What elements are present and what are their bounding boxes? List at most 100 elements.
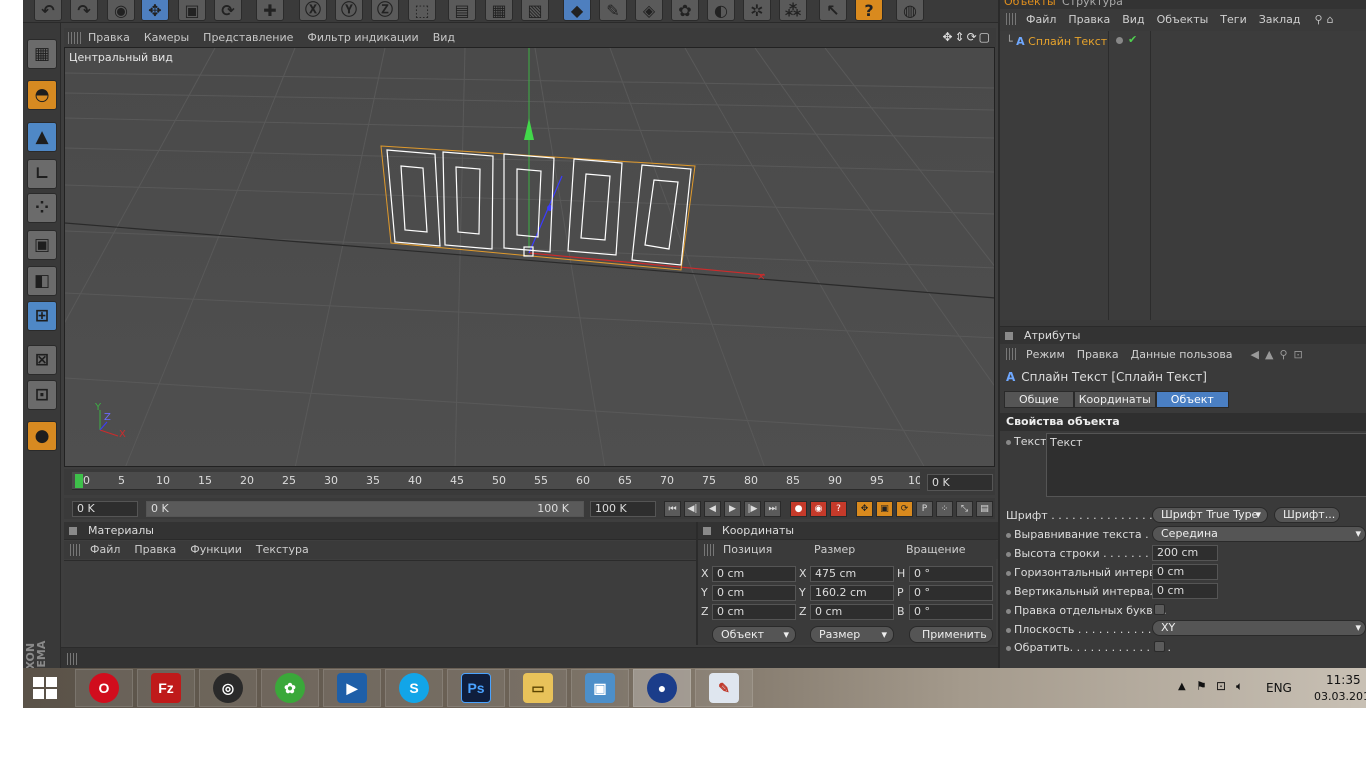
object-list[interactable]: └ A Сплайн Текст ✔: [1000, 31, 1366, 320]
enabled-check-icon[interactable]: ✔: [1128, 33, 1137, 46]
font-button[interactable]: Шрифт...: [1274, 507, 1340, 523]
viewport-menu-edit[interactable]: Правка: [88, 31, 130, 44]
timeline-menu-icon[interactable]: ▤: [976, 501, 993, 517]
cube-icon[interactable]: ◆: [563, 0, 591, 21]
end-frame-field[interactable]: 100 K: [590, 501, 656, 517]
viewport-menu-view[interactable]: Вид: [433, 31, 455, 44]
plane-select[interactable]: XY ▾: [1152, 620, 1366, 636]
maximize-icon[interactable]: ▢: [979, 30, 992, 44]
key-pla-icon[interactable]: ⤡: [956, 501, 973, 517]
objects-menu-file[interactable]: Файл: [1026, 13, 1056, 26]
scale-tool-icon[interactable]: ▣: [178, 0, 206, 21]
orbit-icon[interactable]: ⟳: [967, 30, 979, 44]
volume-icon[interactable]: 🔈︎: [1236, 679, 1243, 694]
select-arrow-icon[interactable]: ↖: [819, 0, 847, 21]
live-select-icon[interactable]: ◉: [107, 0, 135, 21]
taskbar-icq[interactable]: ✿: [261, 669, 319, 707]
home-icon[interactable]: ⌂: [1327, 13, 1334, 26]
range-slider[interactable]: 0 K 100 K: [146, 501, 584, 517]
perspective-viewport[interactable]: ✕ Центральный вид Y Z X: [64, 47, 995, 467]
tab-structure[interactable]: Структура: [1062, 0, 1123, 8]
tray-expand-icon[interactable]: ▲: [1178, 681, 1186, 692]
goto-end-icon[interactable]: ⏭: [764, 501, 781, 517]
y-axis-lock-icon[interactable]: Ⓨ: [335, 0, 363, 21]
size-y-field[interactable]: 160.2 cm: [810, 585, 894, 601]
play-icon[interactable]: ▶: [724, 501, 741, 517]
apply-button[interactable]: Применить: [909, 626, 993, 643]
coordinate-mode-select[interactable]: Объект ▾: [712, 626, 796, 643]
taskbar-file-explorer[interactable]: ▭: [509, 669, 567, 707]
lock-icon[interactable]: ⊡: [1294, 348, 1303, 361]
viewport-menu-display[interactable]: Представление: [203, 31, 293, 44]
globe-icon[interactable]: ◍: [896, 0, 924, 21]
position-z-field[interactable]: 0 cm: [712, 604, 796, 620]
forward-arrow-icon[interactable]: ▲: [1265, 348, 1273, 361]
v-spacing-field[interactable]: 0 cm: [1152, 583, 1218, 599]
next-frame-icon[interactable]: |▶: [744, 501, 761, 517]
nurbs-icon[interactable]: ◈: [635, 0, 663, 21]
search-icon[interactable]: ⚲: [1279, 348, 1287, 361]
action-center-flag-icon[interactable]: ⚑: [1196, 679, 1207, 693]
key-param-icon[interactable]: P: [916, 501, 933, 517]
materials-area[interactable]: [64, 560, 696, 645]
workplane-icon[interactable]: ⊡: [27, 380, 57, 410]
key-rotation-icon[interactable]: ⟳: [896, 501, 913, 517]
prev-key-icon[interactable]: ◀|: [684, 501, 701, 517]
materials-menu-edit[interactable]: Правка: [134, 541, 176, 559]
taskbar-cinema4d[interactable]: ●: [633, 669, 691, 707]
tab-objects[interactable]: Объекты: [1004, 0, 1056, 8]
points-mode-icon[interactable]: ⁘: [27, 193, 57, 223]
timeline-ruler[interactable]: 0 5 10 15 20 25 30 35 40 45 50 55 60 65 …: [72, 472, 920, 490]
taskbar-filezilla[interactable]: Fz: [137, 669, 195, 707]
taskbar-media-player[interactable]: ▶: [323, 669, 381, 707]
clock-date[interactable]: 03.03.2014: [1314, 690, 1366, 703]
taskbar-photos[interactable]: ▣: [571, 669, 629, 707]
objects-menu-edit[interactable]: Правка: [1068, 13, 1110, 26]
keyframe-selection-icon[interactable]: ?: [830, 501, 847, 517]
rotate-tool-icon[interactable]: ⟳: [214, 0, 242, 21]
polygons-mode-icon[interactable]: ◧: [27, 266, 57, 296]
undo-icon[interactable]: ↶: [34, 0, 62, 21]
key-points-icon[interactable]: ⁘: [936, 501, 953, 517]
visibility-dot-icon[interactable]: [1116, 37, 1123, 44]
prev-frame-icon[interactable]: ◀: [704, 501, 721, 517]
viewport-menu-cameras[interactable]: Камеры: [144, 31, 189, 44]
timeline-playhead[interactable]: [75, 474, 83, 488]
rotation-b-field[interactable]: 0 °: [909, 604, 993, 620]
materials-menu-functions[interactable]: Функции: [190, 541, 242, 559]
network-icon[interactable]: ⊡: [1216, 679, 1226, 693]
record-icon[interactable]: ●: [790, 501, 807, 517]
tab-coordinates[interactable]: Координаты: [1073, 391, 1156, 408]
scene-icon[interactable]: ✲: [743, 0, 771, 21]
goto-start-icon[interactable]: ⏮: [664, 501, 681, 517]
back-arrow-icon[interactable]: ◀: [1251, 348, 1259, 361]
position-x-field[interactable]: 0 cm: [712, 566, 796, 582]
add-object-icon[interactable]: ✚: [256, 0, 284, 21]
taskbar-paint[interactable]: ✎: [695, 669, 753, 707]
attributes-menu-userdata[interactable]: Данные пользова: [1131, 348, 1233, 361]
array-icon[interactable]: ✿: [671, 0, 699, 21]
size-x-field[interactable]: 475 cm: [810, 566, 894, 582]
model-mode-icon[interactable]: ▲: [27, 122, 57, 152]
make-editable-icon[interactable]: ◓: [27, 80, 57, 110]
h-spacing-field[interactable]: 0 cm: [1152, 564, 1218, 580]
help-icon[interactable]: ?: [855, 0, 883, 21]
z-axis-lock-icon[interactable]: Ⓩ: [371, 0, 399, 21]
object-axis-icon[interactable]: ∟: [27, 159, 57, 189]
size-z-field[interactable]: 0 cm: [810, 604, 894, 620]
autokey-icon[interactable]: ◉: [810, 501, 827, 517]
render-view-icon[interactable]: ▤: [448, 0, 476, 21]
objects-menu-view[interactable]: Вид: [1122, 13, 1144, 26]
object-row-spline-text[interactable]: └ A Сплайн Текст: [1006, 35, 1107, 48]
taskbar-skype[interactable]: S: [385, 669, 443, 707]
windows-start-button[interactable]: [31, 674, 59, 702]
spline-pen-icon[interactable]: ✎: [599, 0, 627, 21]
materials-menu-texture[interactable]: Текстура: [256, 541, 309, 559]
viewport-menu-filter[interactable]: Фильтр индикации: [307, 31, 418, 44]
language-indicator[interactable]: ENG: [1266, 681, 1292, 695]
position-y-field[interactable]: 0 cm: [712, 585, 796, 601]
align-select[interactable]: Середина ▾: [1152, 526, 1366, 542]
texture-mode-icon[interactable]: ⊞: [27, 301, 57, 331]
coordinate-system-icon[interactable]: ⬚: [408, 0, 436, 21]
line-height-field[interactable]: 200 cm: [1152, 545, 1218, 561]
